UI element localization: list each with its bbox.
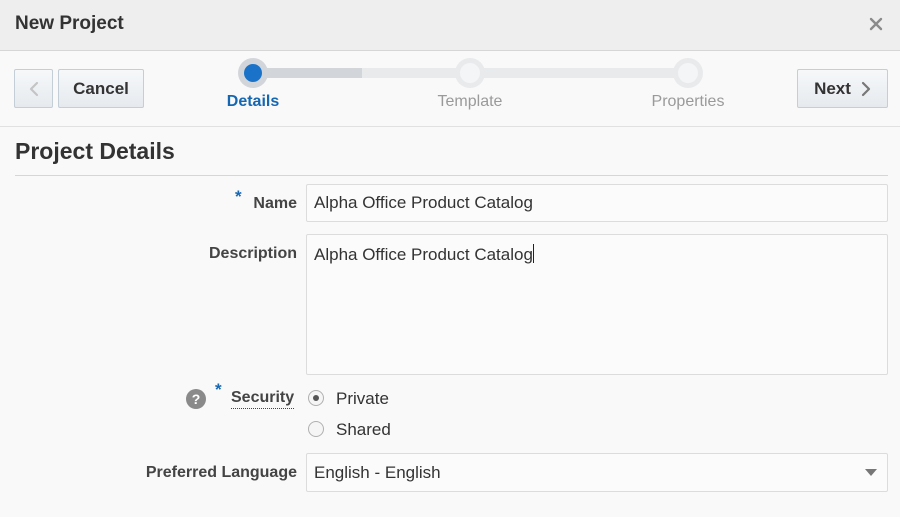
name-field[interactable]: Alpha Office Product Catalog bbox=[306, 184, 888, 222]
next-button[interactable]: Next bbox=[797, 69, 888, 108]
chevron-down-icon bbox=[865, 469, 877, 476]
language-select[interactable]: English - English bbox=[306, 453, 888, 492]
train-stop-details[interactable] bbox=[238, 58, 268, 88]
train-label-template[interactable]: Template bbox=[410, 93, 530, 111]
description-field-value: Alpha Office Product Catalog bbox=[314, 245, 533, 264]
dialog-header: New Project bbox=[0, 0, 900, 51]
radio-private[interactable] bbox=[308, 390, 324, 406]
name-field-value: Alpha Office Product Catalog bbox=[314, 193, 533, 212]
dialog-title: New Project bbox=[15, 13, 124, 34]
radio-private-label[interactable]: Private bbox=[336, 389, 389, 409]
name-required-marker: * bbox=[235, 187, 242, 206]
language-select-value: English - English bbox=[314, 463, 441, 482]
security-required-marker: * bbox=[215, 380, 222, 399]
radio-shared[interactable] bbox=[308, 421, 324, 437]
help-icon[interactable]: ? bbox=[186, 389, 206, 409]
train-track-pending bbox=[362, 68, 688, 78]
section-title: Project Details bbox=[15, 138, 175, 164]
description-field[interactable]: Alpha Office Product Catalog bbox=[306, 234, 888, 375]
description-label: Description bbox=[208, 245, 297, 262]
train-stop-properties[interactable] bbox=[673, 58, 703, 88]
text-cursor bbox=[532, 244, 534, 263]
train-track-completed bbox=[253, 68, 362, 78]
train-stop-template[interactable] bbox=[455, 58, 485, 88]
security-label[interactable]: Security bbox=[231, 389, 295, 409]
chevron-left-icon bbox=[29, 81, 39, 97]
radio-shared-label[interactable]: Shared bbox=[336, 420, 391, 440]
back-button[interactable] bbox=[14, 69, 53, 108]
cancel-button[interactable]: Cancel bbox=[58, 69, 144, 108]
section-divider bbox=[15, 175, 888, 176]
chevron-right-icon bbox=[861, 81, 871, 97]
close-icon[interactable] bbox=[864, 12, 888, 36]
next-button-label: Next bbox=[814, 78, 851, 98]
name-label: Name bbox=[253, 195, 297, 212]
wizard-navigation: Cancel Details Template Properties Next bbox=[0, 51, 900, 127]
language-label: Preferred Language bbox=[145, 464, 297, 481]
train-label-properties[interactable]: Properties bbox=[628, 93, 748, 111]
train-label-details[interactable]: Details bbox=[193, 93, 313, 111]
